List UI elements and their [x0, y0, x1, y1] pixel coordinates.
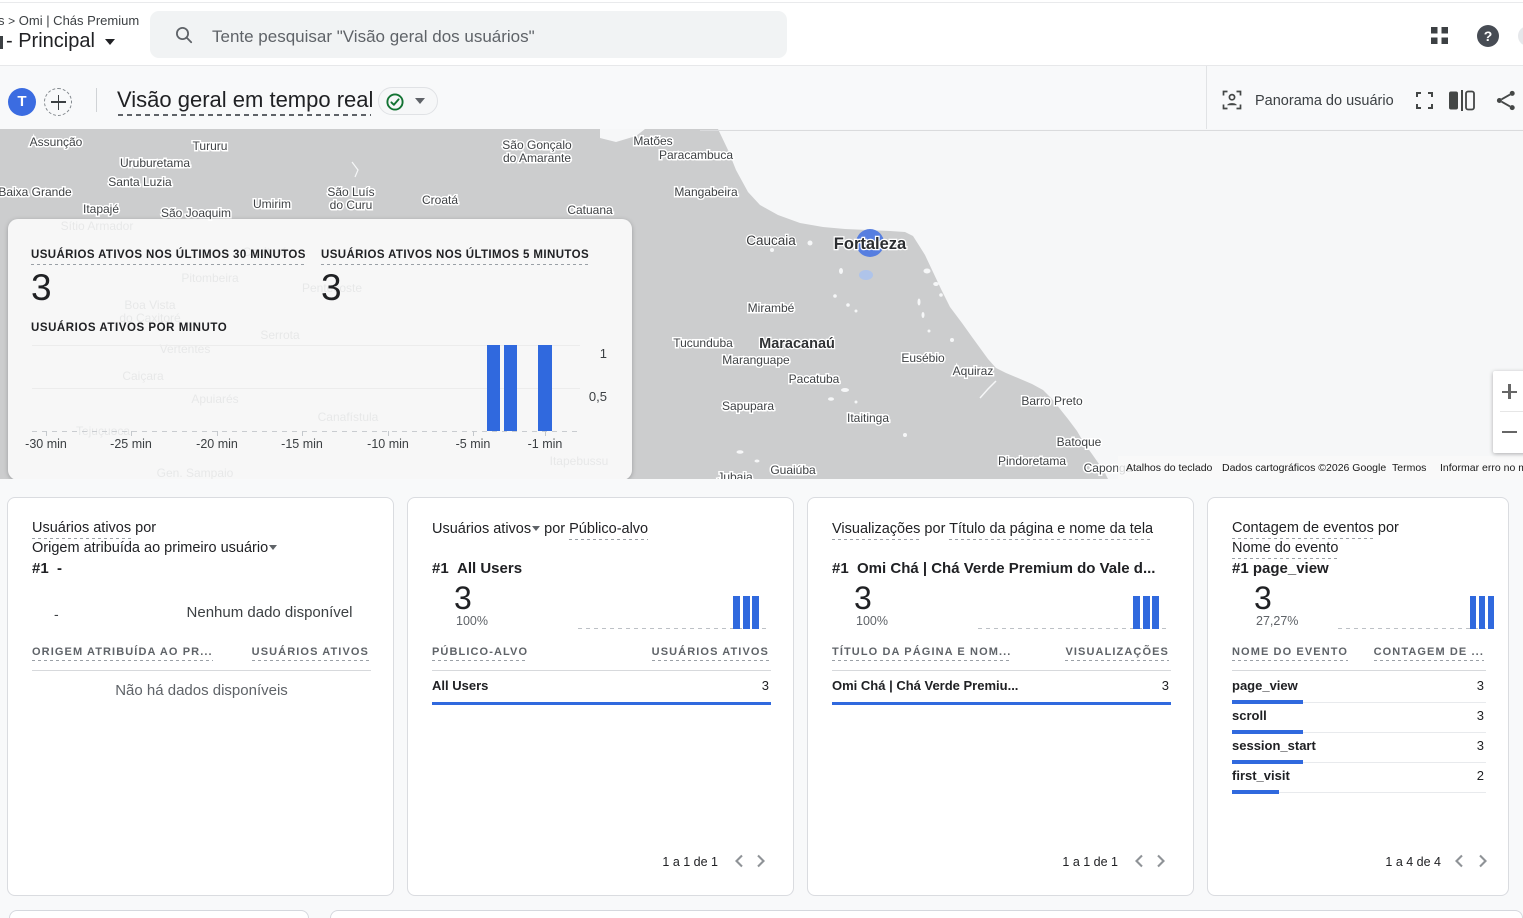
svg-text:Maracanaú: Maracanaú — [759, 336, 835, 352]
svg-text:Croatá: Croatá — [422, 193, 458, 207]
svg-text:Assunção: Assunção — [30, 135, 83, 149]
svg-text:Uruburetama: Uruburetama — [120, 156, 190, 170]
svg-text:Guaiúba: Guaiúba — [770, 463, 816, 477]
svg-text:Pacatuba: Pacatuba — [789, 372, 840, 386]
svg-text:Aquiraz: Aquiraz — [953, 364, 994, 378]
svg-text:Santa Luzia: Santa Luzia — [108, 175, 172, 189]
svg-text:Matões: Matões — [633, 134, 672, 148]
svg-text:Pindoretama: Pindoretama — [998, 454, 1066, 468]
svg-text:Maranguape: Maranguape — [722, 353, 790, 367]
svg-text:Batoque: Batoque — [1057, 435, 1102, 449]
svg-text:Itapajé: Itapajé — [83, 202, 119, 216]
svg-text:Tururu: Tururu — [193, 139, 228, 153]
svg-text:Umirim: Umirim — [253, 197, 291, 211]
svg-text:Mangabeira: Mangabeira — [674, 185, 738, 199]
svg-text:do Curu: do Curu — [330, 198, 373, 212]
svg-text:Mirambé: Mirambé — [748, 301, 795, 315]
svg-text:São Luís: São Luís — [327, 185, 374, 199]
svg-text:Catuana: Catuana — [567, 203, 613, 217]
svg-text:São Gonçalo: São Gonçalo — [502, 138, 572, 152]
svg-text:Baixa Grande: Baixa Grande — [0, 185, 72, 199]
svg-text:Paracambuca: Paracambuca — [659, 148, 733, 162]
svg-text:Barro Preto: Barro Preto — [1021, 394, 1083, 408]
svg-text:Tucunduba: Tucunduba — [673, 336, 733, 350]
svg-text:Fortaleza: Fortaleza — [834, 235, 907, 253]
svg-text:do Amarante: do Amarante — [503, 151, 571, 165]
svg-text:São Joaquim: São Joaquim — [161, 206, 231, 220]
svg-text:Eusébio: Eusébio — [901, 351, 945, 365]
svg-text:Sapupara: Sapupara — [722, 399, 774, 413]
svg-text:Jubaia: Jubaia — [717, 470, 753, 479]
svg-text:Itaitinga: Itaitinga — [847, 411, 889, 425]
svg-text:Caucaia: Caucaia — [746, 233, 796, 248]
